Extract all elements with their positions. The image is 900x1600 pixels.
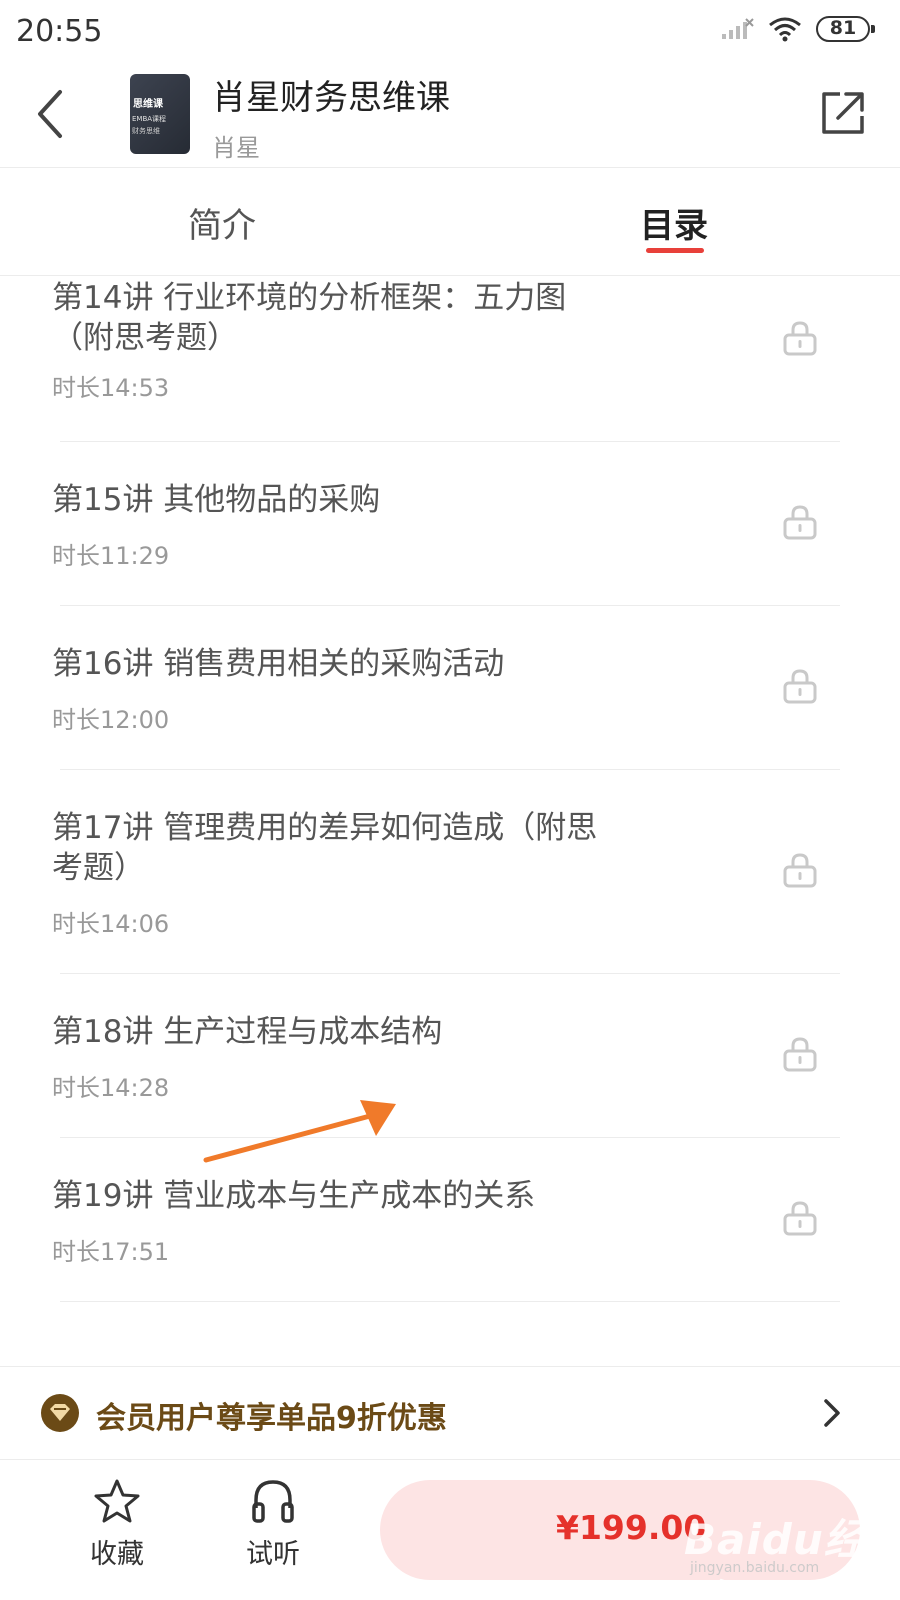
lock-icon bbox=[783, 669, 817, 704]
wifi-icon bbox=[768, 16, 802, 42]
lesson-item[interactable]: 第17讲 管理费用的差异如何造成（附思考题） 时长14:06 bbox=[52, 770, 840, 974]
lesson-list: 第14讲 行业环境的分析框架：五力图（附思考题） 时长14:53 第15讲 其他… bbox=[0, 276, 900, 1366]
status-time: 20:55 bbox=[16, 14, 103, 49]
lesson-item[interactable]: 第16讲 销售费用相关的采购活动 时长12:00 bbox=[52, 606, 840, 770]
lesson-duration: 时长14:06 bbox=[52, 910, 170, 938]
cover-text: 思维课 bbox=[133, 99, 163, 110]
favorite-button[interactable]: 收藏 bbox=[72, 1478, 162, 1571]
lesson-item[interactable]: 第18讲 生产过程与成本结构 时长14:28 bbox=[52, 974, 840, 1138]
lesson-item[interactable]: 第15讲 其他物品的采购 时长11:29 bbox=[52, 442, 840, 606]
back-icon bbox=[38, 90, 62, 138]
lesson-title: 第17讲 管理费用的差异如何造成（附思考题） bbox=[52, 810, 598, 886]
tab-intro[interactable]: 简介 bbox=[188, 198, 256, 247]
active-tab-indicator bbox=[646, 248, 704, 253]
lesson-duration: 时长11:29 bbox=[52, 542, 170, 570]
star-icon bbox=[94, 1479, 140, 1523]
tab-catalog[interactable]: 目录 bbox=[640, 198, 708, 247]
signal-icon bbox=[720, 17, 754, 41]
lesson-title: 第18讲 生产过程与成本结构 bbox=[52, 1014, 443, 1050]
lock-icon bbox=[783, 1037, 817, 1072]
lesson-title: 第15讲 其他物品的采购 bbox=[52, 482, 381, 518]
lock-icon bbox=[783, 1201, 817, 1236]
headphones-icon bbox=[252, 1480, 294, 1523]
baidu-watermark-url: jingyan.baidu.com bbox=[690, 1560, 820, 1576]
back-button[interactable] bbox=[30, 84, 74, 144]
lesson-item[interactable]: 第14讲 行业环境的分析框架：五力图（附思考题） 时长14:53 bbox=[52, 276, 840, 442]
trial-listen-button[interactable]: 试听 bbox=[228, 1478, 318, 1571]
favorite-label: 收藏 bbox=[90, 1539, 144, 1570]
status-icons: 81 bbox=[720, 16, 875, 42]
course-author: 肖星 bbox=[212, 134, 260, 162]
cover-text: EMBA课程 bbox=[132, 115, 167, 123]
lock-icon bbox=[783, 853, 817, 888]
lesson-duration: 时长14:53 bbox=[52, 374, 170, 402]
vip-promo-banner[interactable]: 会员用户尊享单品9折优惠 bbox=[0, 1366, 900, 1460]
cover-text: 财务思维 bbox=[132, 127, 160, 135]
course-header: 思维课 EMBA课程 财务思维 肖星财务思维课 肖星 bbox=[0, 62, 900, 168]
course-title: 肖星财务思维课 bbox=[212, 78, 450, 118]
lesson-title: 第19讲 营业成本与生产成本的关系 bbox=[52, 1178, 536, 1214]
share-icon bbox=[822, 92, 864, 134]
vip-icon bbox=[41, 1394, 79, 1432]
bottom-action-bar: 收藏 试听 ¥199.00 Baidu经验 jingyan.baidu.com bbox=[0, 1460, 900, 1600]
promo-text: 会员用户尊享单品9折优惠 bbox=[96, 1401, 447, 1436]
lock-icon bbox=[783, 321, 817, 356]
chevron-right-icon bbox=[824, 1399, 840, 1427]
status-bar: 20:55 81 bbox=[0, 0, 900, 62]
lesson-duration: 时长14:28 bbox=[52, 1074, 170, 1102]
lock-icon bbox=[783, 505, 817, 540]
course-cover-image: 思维课 EMBA课程 财务思维 bbox=[130, 74, 190, 154]
lesson-duration: 时长17:51 bbox=[52, 1238, 170, 1266]
share-button[interactable] bbox=[818, 88, 868, 138]
lesson-title: 第14讲 行业环境的分析框架：五力图（附思考题） bbox=[52, 280, 567, 356]
baidu-watermark: Baidu经验 bbox=[684, 1515, 867, 1600]
lesson-title: 第16讲 销售费用相关的采购活动 bbox=[52, 646, 505, 682]
trial-listen-label: 试听 bbox=[246, 1539, 300, 1570]
lesson-item[interactable]: 第19讲 营业成本与生产成本的关系 时长17:51 bbox=[52, 1138, 840, 1302]
battery-indicator: 81 bbox=[816, 16, 875, 42]
lesson-duration: 时长12:00 bbox=[52, 706, 170, 734]
tab-bar: 简介 目录 bbox=[0, 168, 900, 276]
